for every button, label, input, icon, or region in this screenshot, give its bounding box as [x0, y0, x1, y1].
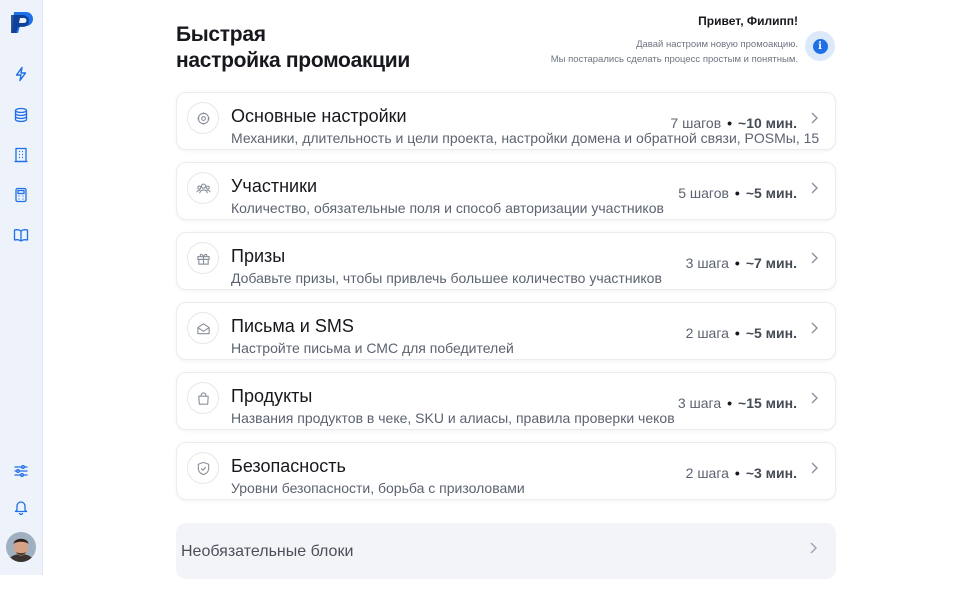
section-steps: 2 шага: [685, 465, 729, 481]
section-title: Призы: [231, 246, 286, 266]
section-meta: 7 шагов • ~10 мин.: [670, 115, 797, 131]
section-meta-separator: •: [727, 395, 733, 411]
page-title-line2: настройка промоакции: [176, 49, 410, 72]
section-card-prizes[interactable]: Призы Добавьте призы, чтобы привлечь бол…: [176, 232, 836, 290]
greeting-subtitle-line1: Давай настроим новую промоакцию.: [636, 39, 798, 50]
page-title: Быстрая настройка промоакции: [176, 22, 410, 74]
chevron-right-icon: [811, 462, 818, 474]
section-time: ~5 мин.: [745, 185, 797, 201]
section-meta-separator: •: [734, 465, 740, 481]
chevron-right-icon: [811, 112, 818, 124]
calculator-icon[interactable]: [12, 186, 30, 204]
greeting: Привет, Филипп!: [698, 14, 798, 28]
section-time: ~5 мин.: [745, 325, 797, 341]
section-steps: 2 шага: [685, 325, 729, 341]
section-title: Продукты: [231, 386, 313, 406]
shopping-bag-icon: [187, 382, 219, 414]
section-title: Безопасность: [231, 456, 346, 476]
section-steps: 7 шагов: [670, 115, 722, 131]
section-meta-separator: •: [734, 325, 740, 341]
chevron-right-icon: [810, 542, 817, 554]
sidebar: [0, 0, 43, 575]
lightning-icon[interactable]: [12, 65, 30, 83]
section-meta-separator: •: [734, 255, 740, 271]
chevron-right-icon: [811, 322, 818, 334]
section-card-products[interactable]: Продукты Названия продуктов в чеке, SKU …: [176, 372, 836, 430]
section-description: Количество, обязательные поля и способ а…: [231, 200, 664, 216]
chevron-right-icon: [811, 392, 818, 404]
page-title-line1: Быстрая: [176, 23, 266, 46]
shield-icon: [187, 452, 219, 484]
section-time: ~15 мин.: [738, 395, 797, 411]
section-steps: 3 шага: [685, 255, 729, 271]
section-description: Настройте письма и СМС для победителей: [231, 340, 514, 356]
book-icon[interactable]: [12, 226, 30, 244]
optional-blocks-label: Необязательные блоки: [181, 543, 354, 560]
section-time: ~7 мин.: [745, 255, 797, 271]
section-description: Названия продуктов в чеке, SKU и алиасы,…: [231, 410, 675, 426]
database-icon[interactable]: [12, 106, 30, 124]
section-meta-separator: •: [734, 185, 740, 201]
section-description: Уровни безопасности, борьба с призоловам…: [231, 480, 525, 496]
optional-blocks-toggle[interactable]: Необязательные блоки: [176, 523, 836, 579]
section-meta: 3 шага • ~7 мин.: [686, 255, 797, 271]
section-card-participants[interactable]: Участники Количество, обязательные поля …: [176, 162, 836, 220]
sliders-icon[interactable]: [12, 462, 30, 480]
user-avatar[interactable]: [6, 532, 36, 562]
gift-icon: [187, 242, 219, 274]
section-steps: 5 шагов: [678, 185, 729, 201]
bell-icon[interactable]: [12, 498, 30, 516]
section-meta: 2 шага • ~3 мин.: [686, 465, 797, 481]
app-logo[interactable]: [8, 9, 36, 35]
section-title: Письма и SMS: [231, 316, 354, 336]
section-steps: 3 шага: [677, 395, 722, 411]
section-meta: 5 шагов • ~5 мин.: [678, 185, 797, 201]
building-icon[interactable]: [12, 146, 30, 164]
chevron-right-icon: [811, 252, 818, 264]
section-description: Добавьте призы, чтобы привлечь большее к…: [231, 270, 662, 286]
section-description: Механики, длительность и цели проекта, н…: [231, 130, 820, 146]
section-card-security[interactable]: Безопасность Уровни безопасности, борьба…: [176, 442, 836, 500]
greeting-subtitle-line2: Мы постарались сделать процесс простым и…: [550, 54, 798, 65]
section-meta: 3 шага • ~15 мин.: [678, 395, 797, 411]
section-meta-separator: •: [727, 115, 733, 131]
section-title: Основные настройки: [231, 106, 407, 126]
section-time: ~3 мин.: [745, 465, 797, 481]
info-button[interactable]: i: [805, 31, 835, 61]
section-meta: 2 шага • ~5 мин.: [686, 325, 797, 341]
section-title: Участники: [231, 176, 317, 196]
mail-icon: [187, 312, 219, 344]
section-card-messages[interactable]: Письма и SMS Настройте письма и СМС для …: [176, 302, 836, 360]
section-card-main-settings[interactable]: Основные настройки Механики, длительност…: [176, 92, 836, 150]
section-time: ~10 мин.: [738, 115, 797, 131]
users-icon: [187, 172, 219, 204]
info-icon: i: [812, 38, 828, 54]
settings-icon: [187, 102, 219, 134]
chevron-right-icon: [811, 182, 818, 194]
